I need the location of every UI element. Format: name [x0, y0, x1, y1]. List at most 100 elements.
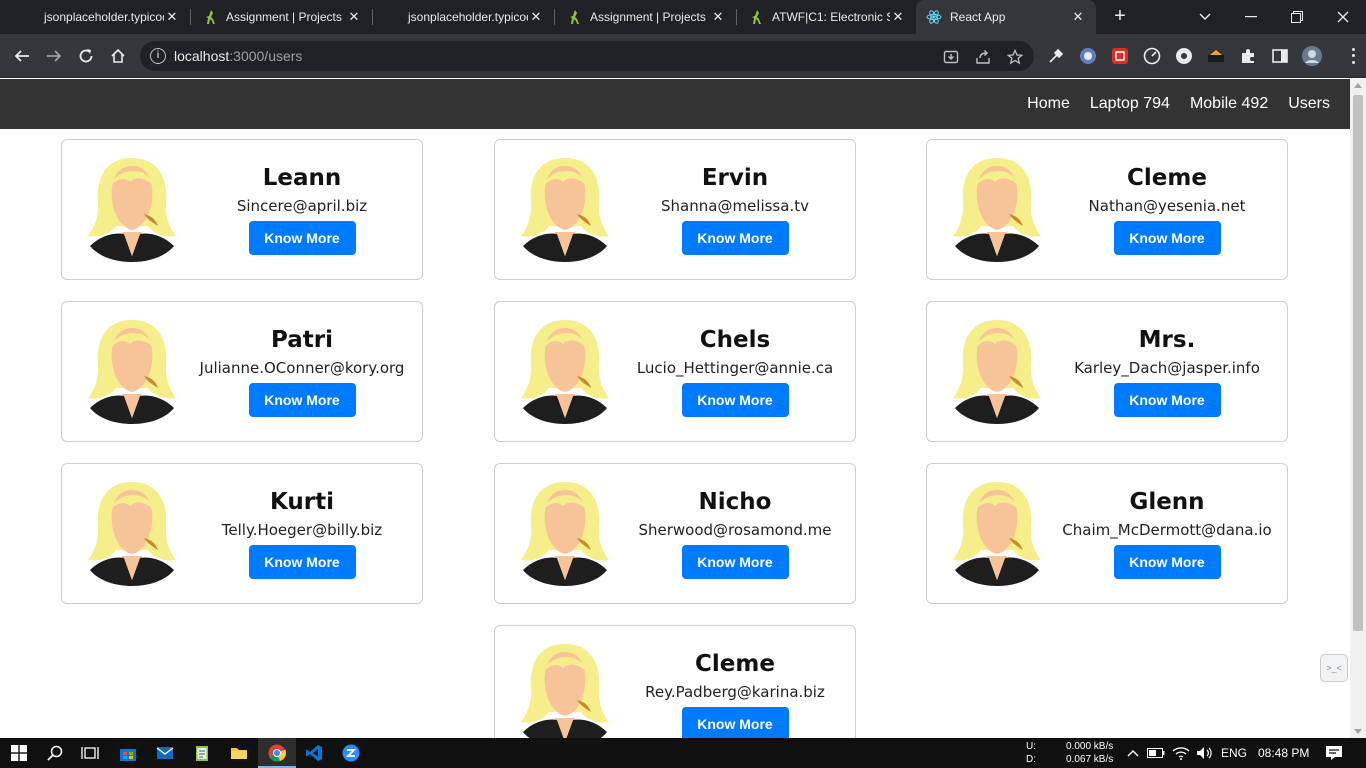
- install-app-icon[interactable]: [942, 48, 960, 66]
- know-more-button[interactable]: Know More: [681, 707, 789, 738]
- runner-icon: [748, 9, 764, 25]
- tab-title: jsonplaceholder.typicode.com: [408, 10, 528, 24]
- browser-tab[interactable]: jsonplaceholder.typicode.com ✕: [374, 0, 554, 34]
- nav-link-home[interactable]: Home: [1027, 95, 1070, 113]
- user-name: Leann: [262, 165, 342, 191]
- battery-icon[interactable]: [1146, 743, 1166, 763]
- search-icon[interactable]: [45, 743, 65, 763]
- user-email: Julianne.OConner@kory.org: [199, 359, 405, 377]
- tab-close-icon[interactable]: ✕: [890, 9, 906, 25]
- task-view-icon[interactable]: [80, 743, 100, 763]
- user-card: Cleme Nathan@yesenia.net Know More: [926, 139, 1288, 280]
- windows-start-icon[interactable]: [9, 743, 29, 763]
- extension-dark-icon[interactable]: [1206, 46, 1226, 66]
- eyedropper-extension-icon[interactable]: [1046, 46, 1066, 66]
- nav-link-users[interactable]: Users: [1288, 95, 1330, 113]
- close-window-icon[interactable]: [1320, 0, 1366, 34]
- back-icon[interactable]: [10, 44, 34, 68]
- user-email: Chaim_McDermott@dana.io: [1062, 521, 1272, 539]
- tab-title: ATWF|C1: Electronic S: [772, 10, 890, 24]
- browser-tab[interactable]: ATWF|C1: Electronic S ✕: [738, 0, 916, 34]
- tab-title: Assignment | Projects: [590, 10, 706, 24]
- know-more-button[interactable]: Know More: [248, 545, 356, 579]
- tab-close-icon[interactable]: ✕: [1070, 9, 1086, 25]
- scrollbar-thumb[interactable]: [1353, 95, 1363, 631]
- notepad-icon[interactable]: [192, 743, 212, 763]
- tab-close-icon[interactable]: ✕: [528, 9, 544, 25]
- reload-icon[interactable]: [74, 44, 98, 68]
- user-email: Lucio_Hettinger@annie.ca: [636, 359, 834, 377]
- know-more-button[interactable]: Know More: [1113, 221, 1221, 255]
- extensions-puzzle-icon[interactable]: [1238, 46, 1258, 66]
- new-tab-button[interactable]: +: [1108, 4, 1132, 28]
- app-navbar: Home Laptop 794 Mobile 492 Users: [0, 79, 1350, 129]
- side-panel-icon[interactable]: [1270, 46, 1290, 66]
- user-avatar: [951, 156, 1043, 264]
- forward-icon[interactable]: [42, 44, 66, 68]
- chevron-up-icon[interactable]: [1123, 743, 1143, 763]
- browser-tab[interactable]: jsonplaceholder.typicode.com ✕: [0, 0, 190, 34]
- tab-close-icon[interactable]: ✕: [710, 9, 726, 25]
- page-scrollbar[interactable]: [1350, 79, 1366, 738]
- share-icon[interactable]: [974, 48, 992, 66]
- browser-menu-icon[interactable]: [1348, 46, 1358, 66]
- site-info-icon[interactable]: i: [150, 48, 166, 64]
- browser-toolbar: i localhost:3000/users: [0, 34, 1366, 78]
- user-avatar: [519, 480, 611, 588]
- address-bar[interactable]: i localhost:3000/users: [140, 41, 1034, 71]
- user-avatar: [951, 318, 1043, 426]
- clock[interactable]: 08:48 PM: [1258, 746, 1309, 760]
- zoom-icon[interactable]: [341, 743, 361, 763]
- tab-search-icon[interactable]: [1182, 0, 1228, 34]
- restore-icon[interactable]: [1274, 0, 1320, 34]
- extension-eye-icon[interactable]: [1174, 46, 1194, 66]
- know-more-button[interactable]: Know More: [681, 545, 789, 579]
- user-email: Karley_Dach@jasper.info: [1074, 359, 1260, 377]
- know-more-button[interactable]: Know More: [1113, 545, 1221, 579]
- browser-tab-strip: jsonplaceholder.typicode.com ✕ Assignmen…: [0, 0, 1366, 34]
- user-avatar: [519, 642, 611, 738]
- vscode-icon[interactable]: [304, 743, 324, 763]
- microsoft-store-icon[interactable]: [118, 743, 138, 763]
- runner-icon: [202, 9, 218, 25]
- extension-circle-icon[interactable]: [1078, 46, 1098, 66]
- file-explorer-icon[interactable]: [229, 743, 249, 763]
- user-card: Patri Julianne.OConner@kory.org Know More: [61, 301, 423, 442]
- home-icon[interactable]: [106, 44, 130, 68]
- browser-tab[interactable]: Assignment | Projects ✕: [192, 0, 372, 34]
- profile-avatar-icon[interactable]: [1302, 46, 1322, 66]
- know-more-button[interactable]: Know More: [248, 383, 356, 417]
- scroll-down-icon[interactable]: [1354, 729, 1362, 734]
- tab-close-icon[interactable]: ✕: [346, 9, 362, 25]
- user-avatar: [86, 480, 178, 588]
- notifications-icon[interactable]: [1324, 743, 1344, 763]
- know-more-button[interactable]: Know More: [681, 383, 789, 417]
- language-indicator[interactable]: ENG: [1221, 746, 1247, 760]
- user-name: Kurti: [269, 489, 334, 515]
- know-more-button[interactable]: Know More: [681, 221, 789, 255]
- browser-tab[interactable]: Assignment | Projects ✕: [556, 0, 736, 34]
- wifi-icon[interactable]: [1171, 743, 1191, 763]
- user-card: Leann Sincere@april.biz Know More: [61, 139, 423, 280]
- user-name: Cleme: [1127, 165, 1207, 191]
- runner-icon: [566, 9, 582, 25]
- tab-title: jsonplaceholder.typicode.com: [44, 10, 164, 24]
- browser-tab-active[interactable]: React App ✕: [916, 0, 1096, 34]
- extension-gauge-icon[interactable]: [1142, 46, 1162, 66]
- chrome-icon[interactable]: [267, 743, 287, 763]
- know-more-button[interactable]: Know More: [1113, 383, 1221, 417]
- user-card: Kurti Telly.Hoeger@billy.biz Know More: [61, 463, 423, 604]
- nav-link-laptop[interactable]: Laptop 794: [1090, 95, 1170, 113]
- minimize-icon[interactable]: [1228, 0, 1274, 34]
- mail-icon[interactable]: [155, 743, 175, 763]
- nav-link-mobile[interactable]: Mobile 492: [1190, 95, 1268, 113]
- scroll-up-icon[interactable]: [1354, 83, 1362, 88]
- volume-icon[interactable]: [1195, 743, 1215, 763]
- tab-close-icon[interactable]: ✕: [164, 9, 180, 25]
- know-more-button[interactable]: Know More: [248, 221, 356, 255]
- user-avatar: [519, 318, 611, 426]
- bookmark-star-icon[interactable]: [1006, 48, 1024, 66]
- side-widget-icon[interactable]: >_<: [1320, 654, 1348, 682]
- extension-red-icon[interactable]: [1110, 46, 1130, 66]
- user-email: Sincere@april.biz: [236, 197, 368, 215]
